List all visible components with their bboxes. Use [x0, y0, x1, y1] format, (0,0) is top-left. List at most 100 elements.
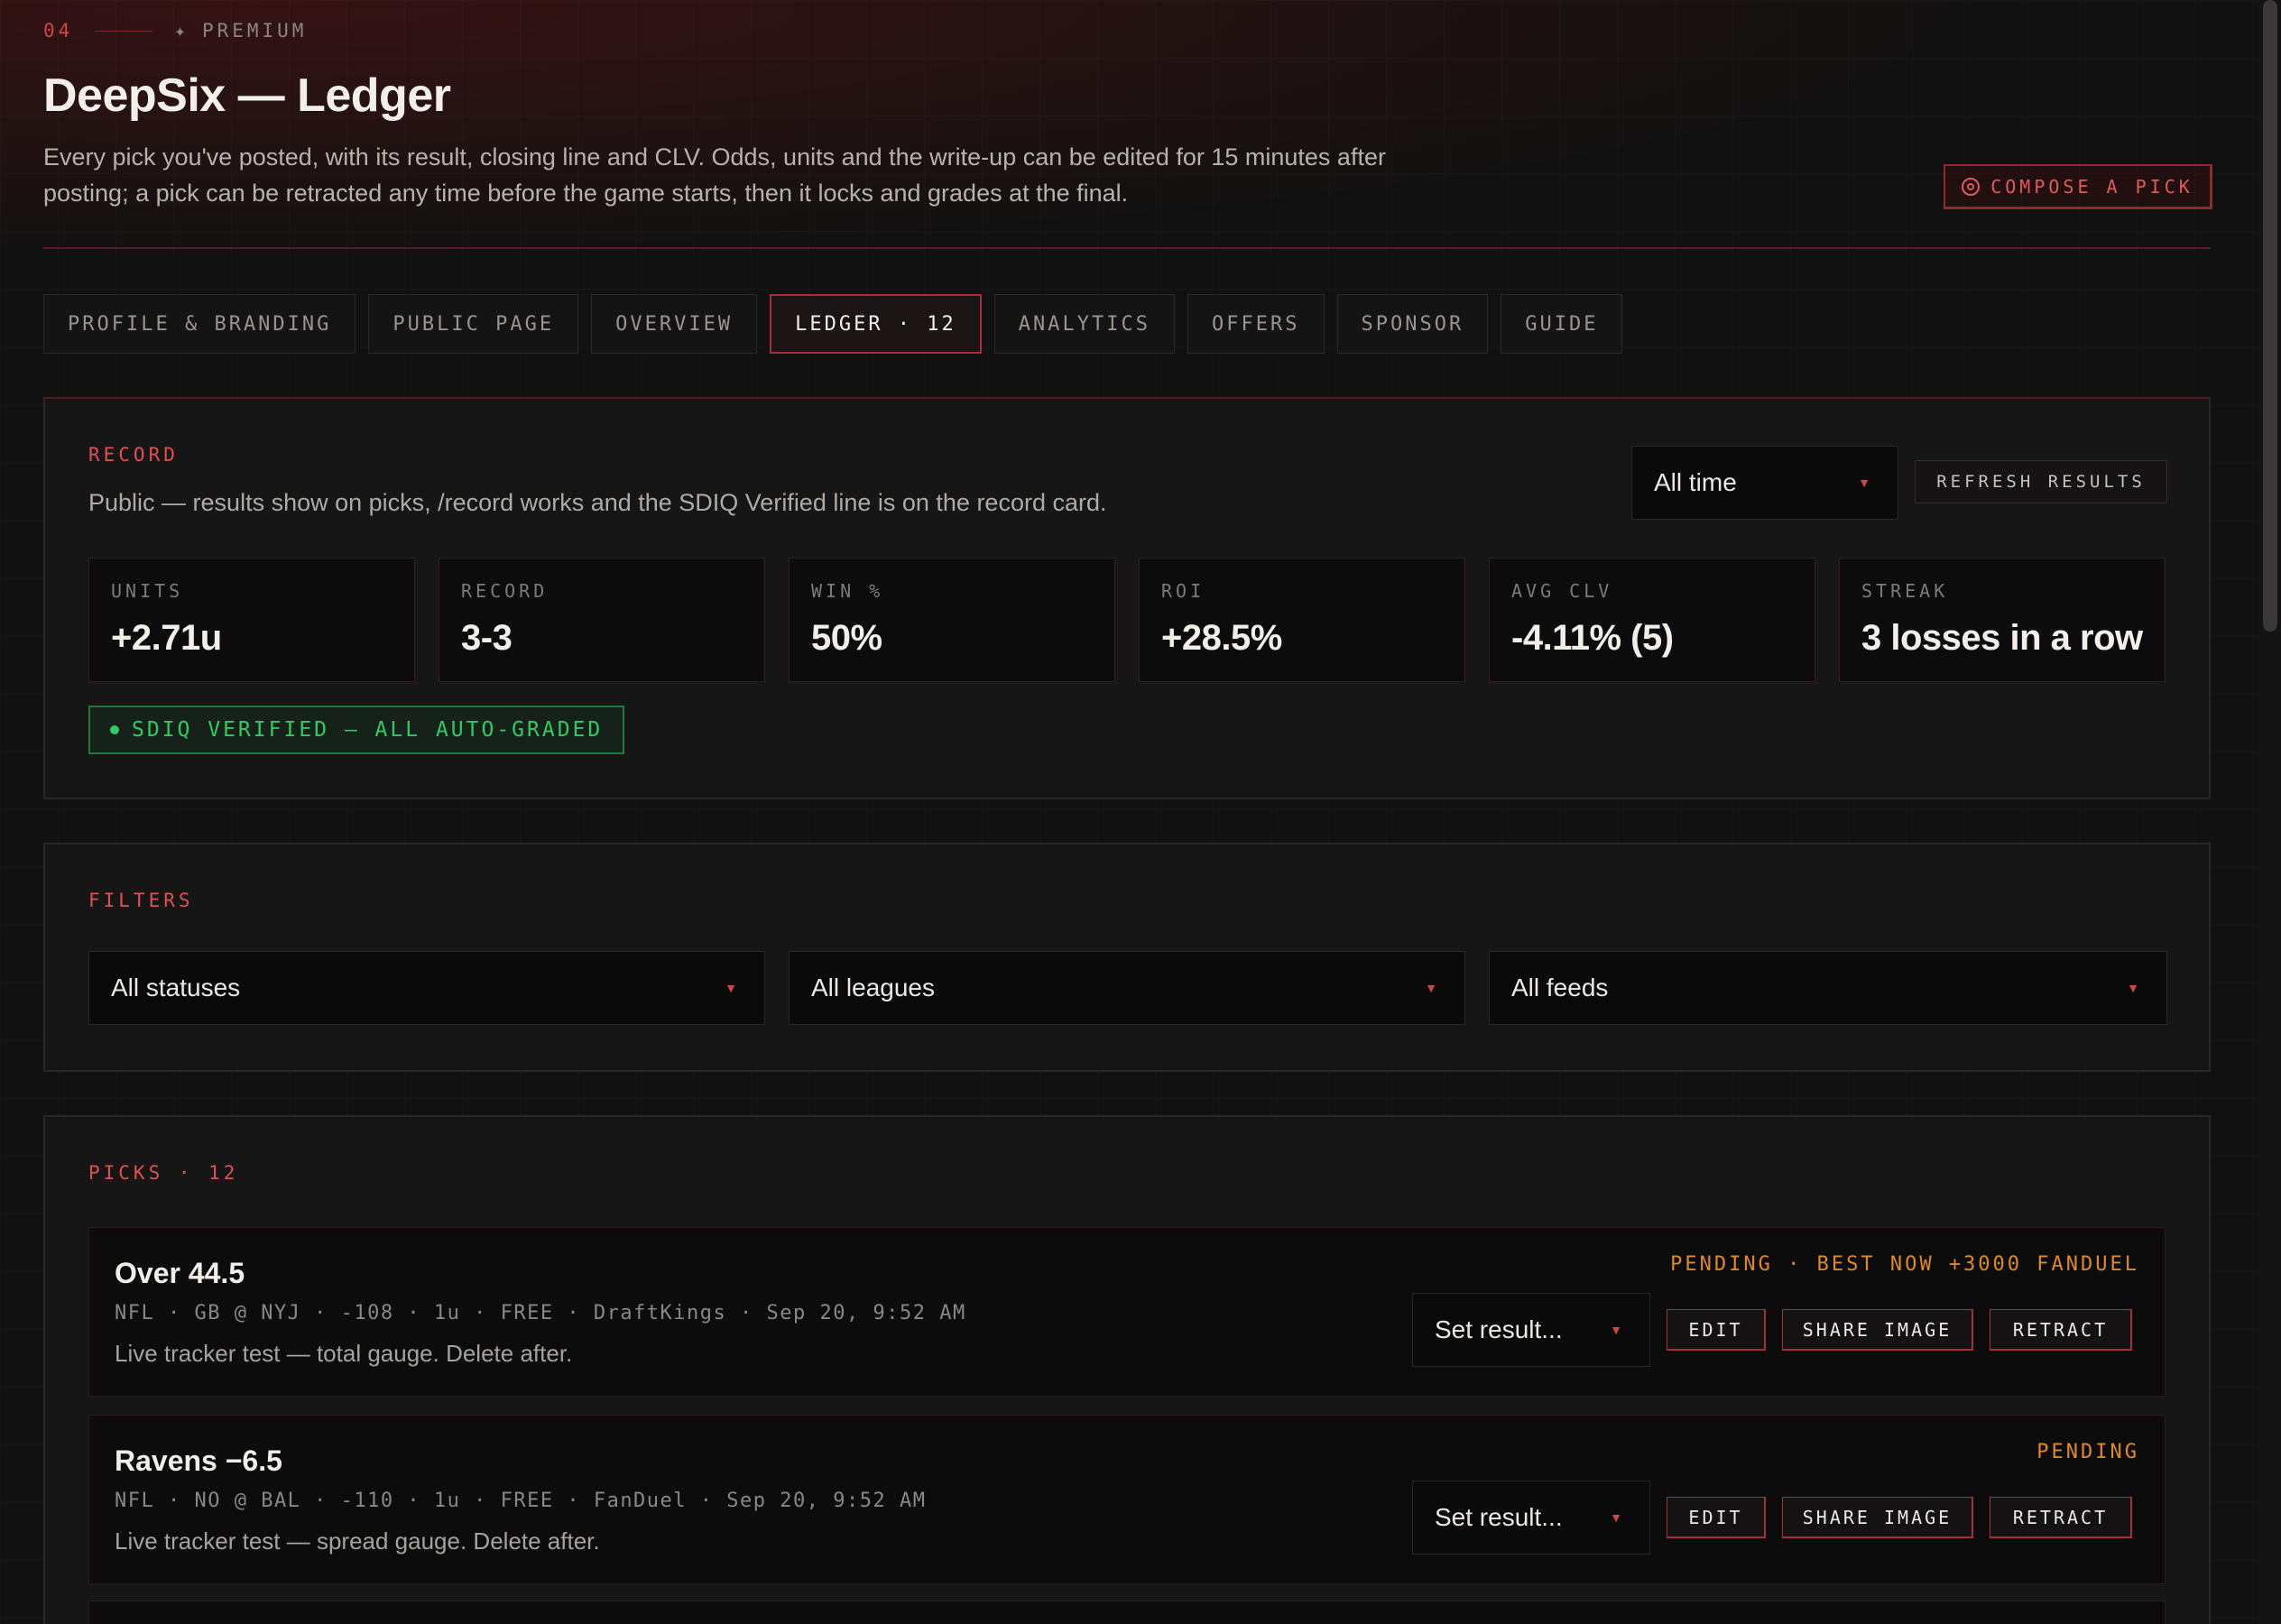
- filters-heading: FILTERS: [88, 890, 194, 911]
- stat-win-pct: WIN % 50%: [789, 558, 1115, 682]
- pick-meta: NFL · NO @ BAL · -110 · 1u · FREE · FanD…: [115, 1490, 927, 1512]
- pick-meta: NFL · GB @ NYJ · -108 · 1u · FREE · Draf…: [115, 1302, 966, 1324]
- chevron-down-icon: ▼: [1610, 1510, 1622, 1525]
- tab-bar: PROFILE & BRANDING PUBLIC PAGE OVERVIEW …: [43, 294, 1623, 354]
- record-heading: RECORD: [88, 444, 179, 466]
- stat-label: ROI: [1161, 580, 1205, 602]
- pick-status: PENDING: [2036, 1441, 2139, 1463]
- retract-label: RETRACT: [2012, 1506, 2109, 1528]
- edit-button[interactable]: EDIT: [1667, 1497, 1766, 1538]
- chevron-down-icon: ▼: [1425, 981, 1437, 995]
- pick-card: Ravens −6.5 NFL · NO @ BAL · -110 · 1u ·…: [88, 1415, 2166, 1584]
- stat-avg-clv: AVG CLV -4.11% (5): [1489, 558, 1815, 682]
- chevron-down-icon: ▼: [2127, 981, 2139, 995]
- header-divider: [43, 247, 2211, 249]
- tab-guide[interactable]: GUIDE: [1501, 294, 1623, 354]
- stat-value: +28.5%: [1161, 618, 1282, 658]
- target-icon: [1962, 177, 1981, 196]
- tab-label: PROFILE & BRANDING: [68, 312, 332, 336]
- tab-label: SPONSOR: [1361, 312, 1464, 336]
- section-number: 04: [43, 20, 74, 42]
- chevron-down-icon: ▼: [1858, 475, 1870, 490]
- chevron-down-icon: ▼: [725, 981, 737, 995]
- compose-pick-button[interactable]: COMPOSE A PICK: [1944, 164, 2212, 209]
- edit-label: EDIT: [1688, 1506, 1743, 1528]
- set-result-select[interactable]: Set result... ▼: [1412, 1481, 1650, 1555]
- record-panel: RECORD Public — results show on picks, /…: [43, 397, 2211, 799]
- stat-value: -4.11% (5): [1511, 618, 1674, 658]
- stat-roi: ROI +28.5%: [1139, 558, 1465, 682]
- pick-status: PENDING · BEST NOW +3000 FANDUEL: [1670, 1253, 2139, 1276]
- section-eyebrow: 04 ✦ PREMIUM: [43, 20, 307, 42]
- tier-label: PREMIUM: [201, 20, 308, 42]
- status-dot-icon: [110, 725, 119, 734]
- edit-button[interactable]: EDIT: [1667, 1309, 1766, 1351]
- tab-label: OFFERS: [1212, 312, 1300, 336]
- pick-note: Live tracker test — spread gauge. Delete…: [115, 1527, 600, 1555]
- tab-public-page[interactable]: PUBLIC PAGE: [368, 294, 579, 354]
- status-filter-value: All statuses: [111, 973, 241, 1001]
- edit-label: EDIT: [1688, 1318, 1743, 1341]
- pick-note: Live tracker test — total gauge. Delete …: [115, 1340, 573, 1367]
- tab-ledger[interactable]: LEDGER · 12: [770, 294, 982, 354]
- page-title: DeepSix — Ledger: [43, 69, 451, 122]
- filters-panel: FILTERS All statuses ▼ All leagues ▼ All…: [43, 843, 2211, 1072]
- tab-offers[interactable]: OFFERS: [1187, 294, 1325, 354]
- page-description: Every pick you've posted, with its resul…: [43, 143, 1386, 207]
- tab-label: ANALYTICS: [1018, 312, 1151, 336]
- league-filter-select[interactable]: All leagues ▼: [789, 951, 1465, 1025]
- tab-label: LEDGER · 12: [795, 312, 956, 336]
- stat-label: STREAK: [1861, 580, 1949, 602]
- star-icon: ✦: [174, 20, 189, 42]
- feed-filter-select[interactable]: All feeds ▼: [1489, 951, 2167, 1025]
- tab-label: GUIDE: [1525, 312, 1599, 336]
- verified-label: SDIQ VERIFIED — ALL AUTO-GRADED: [132, 718, 604, 742]
- share-image-label: SHARE IMAGE: [1802, 1506, 1953, 1528]
- verified-badge: SDIQ VERIFIED — ALL AUTO-GRADED: [88, 706, 625, 754]
- share-image-button[interactable]: SHARE IMAGE: [1782, 1309, 1973, 1351]
- set-result-value: Set result...: [1435, 1315, 1563, 1343]
- stat-units: UNITS +2.71u: [88, 558, 415, 682]
- retract-label: RETRACT: [2012, 1318, 2109, 1341]
- share-image-label: SHARE IMAGE: [1802, 1318, 1953, 1341]
- stat-label: UNITS: [111, 580, 184, 602]
- share-image-button[interactable]: SHARE IMAGE: [1782, 1497, 1973, 1538]
- set-result-select[interactable]: Set result... ▼: [1412, 1293, 1650, 1367]
- scrollbar-thumb[interactable]: [2263, 0, 2277, 632]
- status-filter-select[interactable]: All statuses ▼: [88, 951, 765, 1025]
- record-subtitle: Public — results show on picks, /record …: [88, 489, 1107, 516]
- stat-record: RECORD 3-3: [439, 558, 765, 682]
- pick-card: [88, 1601, 2166, 1624]
- tab-sponsor[interactable]: SPONSOR: [1336, 294, 1489, 354]
- tab-label: OVERVIEW: [615, 312, 734, 336]
- league-filter-value: All leagues: [811, 973, 935, 1001]
- pick-card: Over 44.5 NFL · GB @ NYJ · -108 · 1u · F…: [88, 1227, 2166, 1397]
- refresh-results-label: REFRESH RESULTS: [1936, 472, 2146, 492]
- compose-pick-label: COMPOSE A PICK: [1990, 175, 2193, 198]
- refresh-results-button[interactable]: REFRESH RESULTS: [1915, 460, 2167, 503]
- tab-overview[interactable]: OVERVIEW: [591, 294, 758, 354]
- stats-row: UNITS +2.71u RECORD 3-3 WIN % 50% ROI +2…: [88, 558, 2166, 682]
- tab-label: PUBLIC PAGE: [392, 312, 555, 336]
- retract-button[interactable]: RETRACT: [1990, 1497, 2132, 1538]
- stat-value: 3 losses in a row: [1861, 618, 2143, 658]
- pick-title: Over 44.5: [115, 1257, 245, 1289]
- eyebrow-rule: [95, 30, 153, 32]
- set-result-value: Set result...: [1435, 1503, 1563, 1531]
- page-scrollbar[interactable]: [2259, 0, 2281, 1624]
- tab-analytics[interactable]: ANALYTICS: [993, 294, 1176, 354]
- stat-streak: STREAK 3 losses in a row: [1839, 558, 2166, 682]
- feed-filter-value: All feeds: [1511, 973, 1609, 1001]
- pick-title: Ravens −6.5: [115, 1444, 282, 1477]
- tab-profile-branding[interactable]: PROFILE & BRANDING: [43, 294, 356, 354]
- stat-value: 3-3: [461, 618, 513, 658]
- time-range-select[interactable]: All time ▼: [1631, 446, 1898, 520]
- retract-button[interactable]: RETRACT: [1990, 1309, 2132, 1351]
- stat-value: +2.71u: [111, 618, 222, 658]
- stat-label: RECORD: [461, 580, 549, 602]
- time-range-value: All time: [1654, 468, 1737, 496]
- picks-heading: PICKS · 12: [88, 1162, 239, 1184]
- picks-panel: PICKS · 12 Over 44.5 NFL · GB @ NYJ · -1…: [43, 1115, 2211, 1624]
- chevron-down-icon: ▼: [1610, 1323, 1622, 1337]
- stat-label: WIN %: [811, 580, 884, 602]
